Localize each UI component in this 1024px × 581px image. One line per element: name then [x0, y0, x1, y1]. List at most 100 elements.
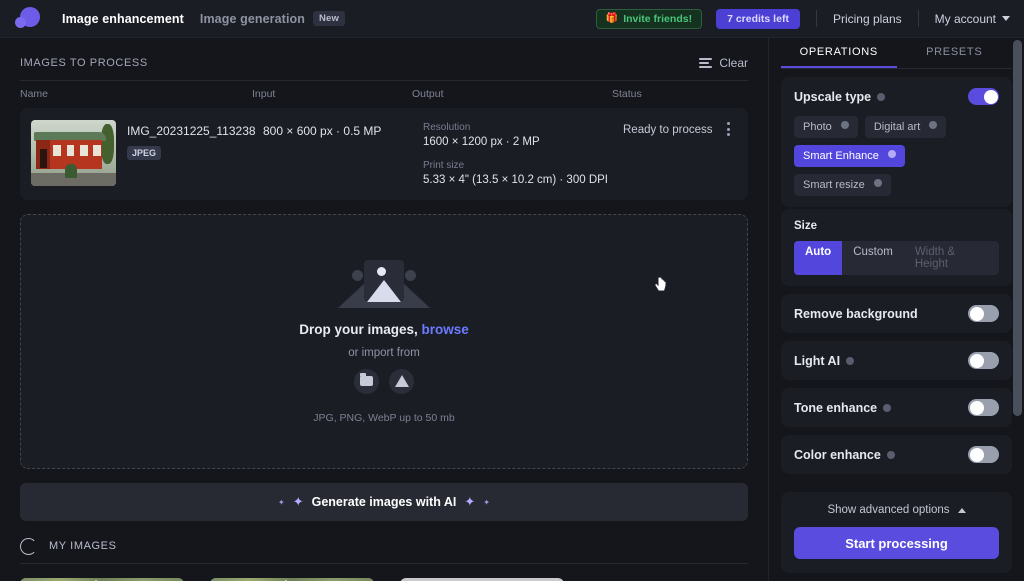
clear-button[interactable]: Clear	[699, 56, 748, 70]
info-icon[interactable]	[873, 179, 882, 187]
color-enhance-toggle[interactable]	[968, 446, 999, 463]
column-header-name: Name	[20, 87, 49, 100]
size-option-custom[interactable]: Custom	[842, 241, 904, 275]
chip-digital-art-label: Digital art	[873, 121, 921, 133]
import-from-label: or import from	[348, 346, 420, 359]
browse-link[interactable]: browse	[422, 322, 469, 337]
tone-enhance-card: Tone enhance	[781, 388, 1012, 427]
start-processing-button[interactable]: Start processing	[794, 527, 999, 559]
chip-photo[interactable]: Photo	[794, 116, 858, 138]
remove-background-card: Remove background	[781, 294, 1012, 333]
column-header-status: Status	[612, 87, 642, 100]
tone-enhance-label: Tone enhance	[794, 400, 878, 415]
import-sources	[354, 368, 414, 394]
dropzone-title: Drop your images, browse	[299, 322, 469, 337]
chip-smart-resize[interactable]: Smart resize	[794, 174, 891, 196]
info-icon[interactable]	[846, 356, 855, 365]
kebab-menu-icon[interactable]	[727, 122, 730, 136]
generate-images-label: Generate images with AI	[311, 495, 457, 509]
upscale-type-row: Upscale type	[794, 88, 999, 105]
vertical-scrollbar[interactable]	[1013, 40, 1022, 416]
section-divider	[20, 563, 748, 564]
my-account-menu[interactable]: My account	[935, 12, 1010, 26]
table-row[interactable]: IMG_20231225_113238 JPEG 800 × 600 px · …	[20, 108, 748, 200]
supported-formats: JPG, PNG, WebP up to 50 mb	[313, 411, 455, 424]
operations-panel: OPERATIONS PRESETS Upscale type Photo Di…	[768, 38, 1024, 581]
upscale-type-card: Upscale type Photo Digital art Smart Enh…	[781, 77, 1012, 207]
chip-digital-art[interactable]: Digital art	[864, 116, 947, 138]
light-ai-label: Light AI	[794, 353, 841, 368]
invite-friends-label: Invite friends!	[623, 12, 693, 25]
info-icon[interactable]	[840, 121, 849, 129]
header-divider-2	[917, 10, 919, 27]
upscale-type-toggle[interactable]	[968, 88, 999, 105]
table-column-headers: Name Input Output Status	[20, 80, 748, 102]
column-header-input: Input	[252, 87, 276, 100]
file-name: IMG_20231225_113238	[127, 124, 256, 138]
loading-spinner-icon	[20, 537, 37, 555]
tab-operations[interactable]: OPERATIONS	[781, 38, 897, 68]
app-logo[interactable]	[14, 4, 44, 34]
my-account-label: My account	[934, 11, 996, 26]
sparkle-icon: ✦	[278, 497, 285, 507]
chip-photo-label: Photo	[803, 121, 832, 133]
my-images-header: MY IMAGES	[20, 529, 748, 563]
filter-lines-icon	[699, 58, 713, 68]
show-advanced-options-button[interactable]: Show advanced options	[794, 504, 999, 516]
sparkle-icon: ✦	[483, 497, 490, 507]
panel-tabs: OPERATIONS PRESETS	[781, 38, 1012, 68]
resolution-label: Resolution	[423, 122, 471, 133]
images-to-process-header: IMAGES TO PROCESS Clear	[20, 46, 748, 80]
remove-background-row: Remove background	[794, 305, 999, 322]
chevron-up-icon	[957, 507, 966, 513]
resolution-value: 1600 × 1200 px · 2 MP	[423, 136, 540, 148]
gift-icon: 🎁	[605, 13, 619, 24]
pricing-plans-link[interactable]: Pricing plans	[833, 12, 902, 26]
width-height-input[interactable]: Width & Height	[904, 241, 999, 275]
main-content: IMAGES TO PROCESS Clear Name Input Outpu…	[0, 38, 768, 581]
chevron-down-icon	[1002, 16, 1010, 21]
invite-friends-button[interactable]: 🎁 Invite friends!	[595, 8, 703, 29]
nav-tab-image-generation[interactable]: Image generation	[200, 12, 305, 26]
image-placeholder-icon	[338, 259, 430, 308]
status-badge: Ready to process	[623, 124, 713, 136]
info-icon[interactable]	[887, 150, 896, 158]
print-size-value: 5.33 × 4" (13.5 × 10.2 cm) · 300 DPI	[423, 174, 608, 186]
chip-smart-enhance[interactable]: Smart Enhance	[794, 145, 905, 167]
sparkle-icon: ✦	[464, 494, 476, 509]
info-icon[interactable]	[883, 403, 892, 412]
tone-enhance-toggle[interactable]	[968, 399, 999, 416]
info-icon[interactable]	[877, 92, 886, 101]
remove-background-toggle[interactable]	[968, 305, 999, 322]
header-divider-1	[815, 10, 817, 27]
size-option-auto[interactable]: Auto	[794, 241, 843, 275]
my-images-label: MY IMAGES	[49, 540, 117, 552]
logo-shape-secondary	[15, 16, 26, 28]
new-badge: New	[313, 11, 346, 26]
generate-images-button[interactable]: ✦ ✦ Generate images with AI ✦ ✦	[20, 483, 748, 521]
light-ai-row: Light AI	[794, 352, 999, 369]
nav-tab-image-enhancement[interactable]: Image enhancement	[62, 12, 184, 26]
light-ai-card: Light AI	[781, 341, 1012, 380]
folder-icon[interactable]	[354, 368, 379, 394]
show-advanced-options-label: Show advanced options	[827, 504, 950, 516]
size-label: Size	[794, 220, 818, 232]
info-icon[interactable]	[886, 450, 895, 459]
clear-label: Clear	[719, 56, 748, 70]
dropzone[interactable]: Drop your images, browse or import from …	[20, 214, 748, 469]
file-thumbnail	[31, 120, 116, 186]
credits-badge[interactable]: 7 credits left	[716, 8, 800, 29]
tone-enhance-row: Tone enhance	[794, 399, 999, 416]
size-segmented-control: Auto Custom Width & Height	[794, 241, 999, 275]
page-title: IMAGES TO PROCESS	[20, 57, 148, 69]
tab-presets[interactable]: PRESETS	[897, 38, 1013, 68]
column-header-output: Output	[412, 87, 444, 100]
chip-smart-resize-label: Smart resize	[803, 179, 865, 191]
size-card: Size Auto Custom Width & Height	[781, 209, 1012, 286]
google-drive-icon[interactable]	[389, 368, 414, 394]
info-icon[interactable]	[929, 121, 938, 129]
file-format-badge: JPEG	[127, 146, 162, 160]
light-ai-toggle[interactable]	[968, 352, 999, 369]
color-enhance-label: Color enhance	[794, 447, 881, 462]
color-enhance-card: Color enhance	[781, 435, 1012, 474]
